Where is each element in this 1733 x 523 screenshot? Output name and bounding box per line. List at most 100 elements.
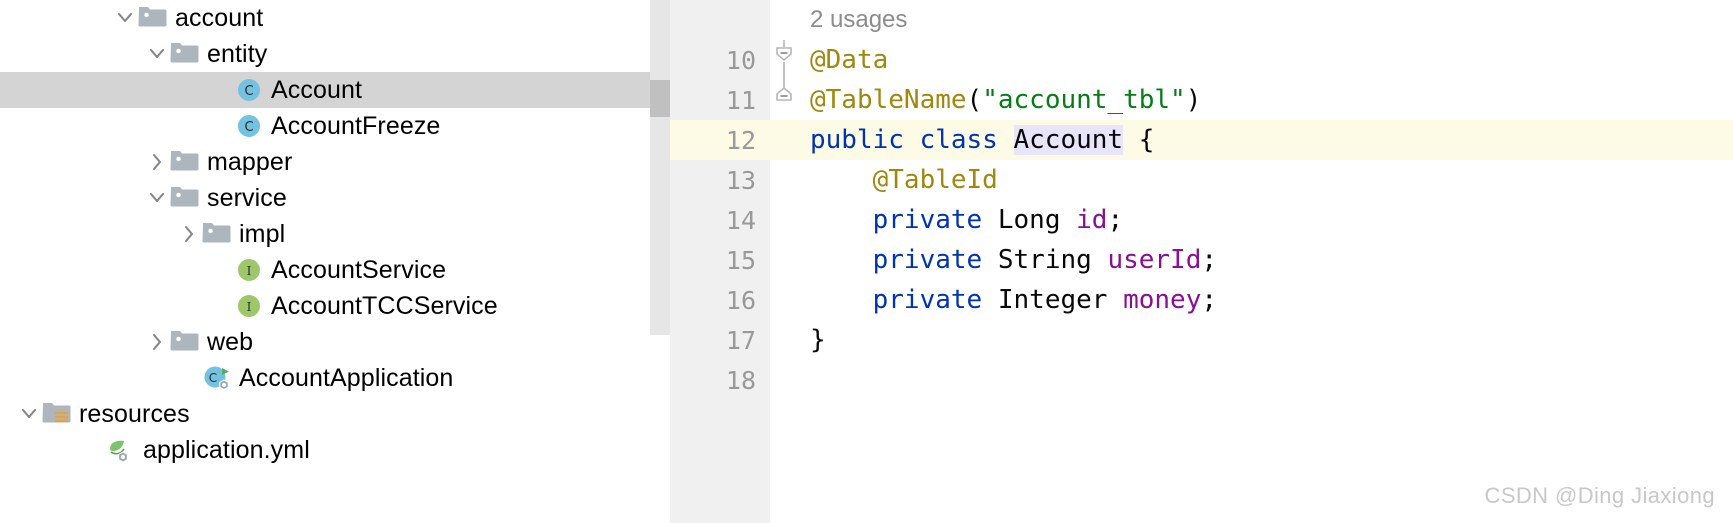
code-token: } (810, 325, 826, 355)
code-token: ; (1201, 285, 1218, 315)
code-token: private (872, 285, 998, 315)
code-text: private Integer money; (810, 280, 1217, 320)
tree-item-accountapplication[interactable]: C AccountApplication (0, 360, 670, 396)
code-line[interactable]: 18 (670, 360, 1733, 400)
code-token: Long (997, 205, 1077, 235)
tree-item-label: AccountService (271, 256, 447, 284)
tree-item-label: impl (239, 220, 286, 248)
code-line[interactable]: 13 @TableId (670, 160, 1733, 200)
chevron-down-icon[interactable] (112, 5, 138, 31)
tree-twisty-empty (208, 77, 234, 103)
tree-item-label: account (175, 4, 264, 32)
fold-minus-start-icon[interactable] (770, 40, 798, 80)
code-text: @Data (810, 40, 888, 80)
tree-item-label: service (207, 184, 287, 212)
chevron-right-icon[interactable] (176, 221, 202, 247)
line-number[interactable]: 18 (670, 360, 756, 400)
tree-item-accountfreeze[interactable]: C AccountFreeze (0, 108, 670, 144)
project-tree: account entity C Account C AccountFreeze mappe… (0, 0, 670, 468)
code-token: { (1123, 125, 1155, 155)
code-line[interactable]: 17} (670, 320, 1733, 360)
svg-text:I: I (247, 300, 252, 314)
folder-icon (170, 327, 200, 357)
tree-item-application-yml[interactable]: application.yml (0, 432, 670, 468)
tree-item-account[interactable]: C Account (0, 72, 670, 108)
tree-item-label: Account (271, 76, 363, 104)
tree-item-label: AccountTCCService (271, 292, 498, 320)
code-token: @TableId (810, 165, 998, 195)
svg-text:I: I (247, 264, 252, 278)
tree-item-impl[interactable]: impl (0, 216, 670, 252)
code-line[interactable]: 12 public class Account { (670, 120, 1733, 160)
code-text: public class Account { (810, 120, 1154, 160)
line-number[interactable]: 11 (670, 80, 756, 120)
tree-item-entity[interactable]: entity (0, 36, 670, 72)
tree-item-label: application.yml (143, 436, 310, 464)
code-token: Integer (997, 285, 1124, 315)
code-line[interactable]: 15 private String userId; (670, 240, 1733, 280)
code-line[interactable]: 14 private Long id; (670, 200, 1733, 240)
spring-yaml-icon (106, 435, 136, 465)
folder-icon (202, 219, 232, 249)
line-number[interactable]: 15 (670, 240, 756, 280)
line-number[interactable]: 17 (670, 320, 756, 360)
folder-icon (170, 147, 200, 177)
code-line[interactable]: 10 @Data (670, 40, 1733, 80)
project-tree-panel[interactable]: account entity C Account C AccountFreeze mappe… (0, 0, 670, 523)
code-text: @TableId (810, 160, 998, 200)
tree-item-account[interactable]: account (0, 0, 670, 36)
tree-item-web[interactable]: web (0, 324, 670, 360)
tree-item-resources[interactable]: resources (0, 396, 670, 432)
code-token: @Data (810, 45, 889, 75)
svg-text:C: C (244, 84, 253, 99)
code-line[interactable]: 11 @TableName("account_tbl") (670, 80, 1733, 120)
code-token: "account_tbl" (982, 85, 1186, 115)
tree-item-mapper[interactable]: mapper (0, 144, 670, 180)
line-number[interactable]: 13 (670, 160, 756, 200)
tree-twisty-empty (208, 113, 234, 139)
chevron-right-icon[interactable] (144, 149, 170, 175)
code-text: @TableName("account_tbl") (810, 80, 1201, 120)
line-number[interactable]: 12 (670, 120, 756, 160)
line-number[interactable]: 14 (670, 200, 756, 240)
java-class-icon: C (234, 75, 264, 105)
line-number[interactable]: 16 (670, 280, 756, 320)
tree-item-accounttccservice[interactable]: I AccountTCCService (0, 288, 670, 324)
tree-scrollbar-track[interactable] (650, 0, 670, 335)
code-editor[interactable]: 2 usages 10 @Data 11 @TableName("account_tbl… (670, 0, 1733, 523)
chevron-down-icon[interactable] (144, 41, 170, 67)
resources-folder-icon (42, 399, 72, 429)
chevron-right-icon[interactable] (144, 329, 170, 355)
java-class-icon: C (234, 111, 264, 141)
java-interface-icon: I (234, 255, 264, 285)
tree-scrollbar-thumb[interactable] (650, 80, 670, 117)
tree-twisty-empty (208, 257, 234, 283)
code-token: money (1123, 285, 1202, 315)
code-token: public class (810, 125, 1014, 155)
chevron-down-icon[interactable] (16, 401, 42, 427)
svg-text:C: C (209, 371, 217, 385)
fold-minus-end-icon[interactable] (770, 80, 798, 120)
code-token: String (997, 245, 1108, 275)
editor-code-area[interactable]: 2 usages 10 @Data 11 @TableName("account_tbl… (670, 0, 1733, 523)
tree-item-service[interactable]: service (0, 180, 670, 216)
code-token: private (872, 205, 998, 235)
tree-twisty-empty (80, 437, 106, 463)
code-token: ( (966, 85, 983, 115)
folder-icon (170, 39, 200, 69)
code-token: private (872, 245, 998, 275)
code-token: ; (1201, 245, 1218, 275)
line-number[interactable]: 10 (670, 40, 756, 80)
chevron-down-icon[interactable] (144, 185, 170, 211)
tree-item-label: entity (207, 40, 268, 68)
code-line[interactable]: 16 private Integer money; (670, 280, 1733, 320)
watermark: CSDN @Ding Jiaxiong (1484, 483, 1715, 508)
tree-item-label: AccountApplication (239, 364, 454, 392)
tree-item-label: resources (79, 400, 190, 428)
tree-item-accountservice[interactable]: I AccountService (0, 252, 670, 288)
code-token: ) (1185, 85, 1202, 115)
usages-hint[interactable]: 2 usages (810, 0, 907, 40)
